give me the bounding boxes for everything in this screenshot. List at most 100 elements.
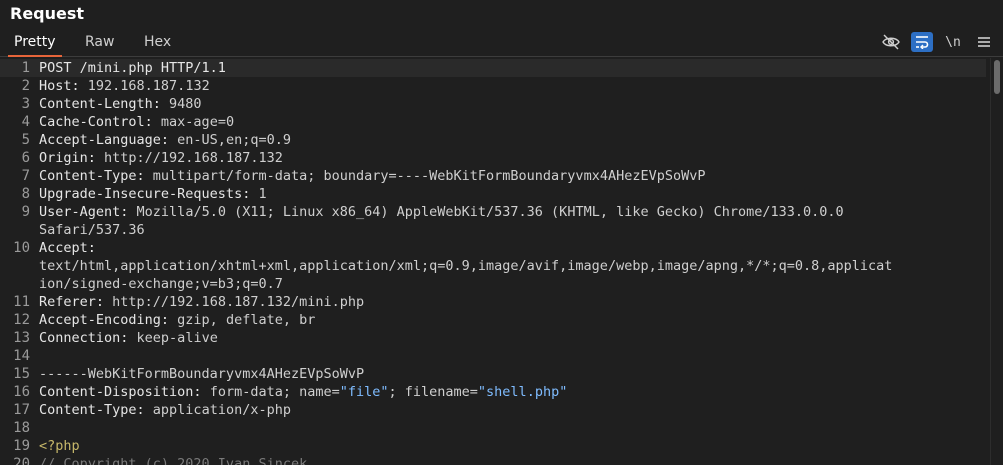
code-text: Content-Type: multipart/form-data; bound… [39,167,705,185]
line-number: 2 [21,78,30,94]
code-token: Upgrade-Insecure-Requests: [39,186,259,202]
code-line[interactable]: 9 User-Agent: Mozilla/5.0 (X11; Linux x86… [0,203,986,221]
code-line[interactable]: 7 Content-Type: multipart/form-data; boun… [0,167,986,185]
code-token: 192.168.187.132 [87,78,210,94]
code-line[interactable]: 10 Accept: [0,239,986,257]
code-text: Accept-Language: en-US,en;q=0.9 [39,131,291,149]
line-number: 1 [21,60,30,76]
code-line[interactable]: 19 <?php [0,437,986,455]
code-text: Cache-Control: max-age=0 [39,113,234,131]
line-number: 9 [21,204,30,220]
code-token: Origin: [39,150,105,166]
scrollbar-thumb[interactable] [994,60,1000,94]
code-token: POST /mini.php HTTP/1.1 [39,60,226,76]
request-panel: Request Pretty Raw Hex \n 1 POST /mini.ph… [0,0,1003,465]
panel-title: Request [10,4,85,23]
line-number: 15 [13,366,30,382]
code-line[interactable]: Safari/537.36 [0,221,986,239]
code-text: Accept: [39,239,96,257]
code-text: Origin: http://192.168.187.132 [39,149,283,167]
line-number: 8 [21,186,30,202]
code-token: "file" [339,384,389,400]
editor-toolbar: \n [871,30,995,54]
newline-toggle-button[interactable]: \n [942,32,964,52]
line-number: 4 [21,114,30,130]
tab-hex[interactable]: Hex [138,34,177,55]
tab-raw[interactable]: Raw [79,34,120,55]
code-text: User-Agent: Mozilla/5.0 (X11; Linux x86_… [39,203,844,221]
code-line[interactable]: ion/signed-exchange;v=b3;q=0.7 [0,275,986,293]
eye-off-icon[interactable] [880,32,902,52]
code-text: <?php [39,437,80,455]
code-token: gzip, deflate, br [177,312,316,328]
code-token: form-data; name= [209,384,340,400]
code-line[interactable]: 12 Accept-Encoding: gzip, deflate, br [0,311,986,329]
code-token: ion/signed-exchange;v=b3;q=0.7 [39,276,283,292]
code-text: Upgrade-Insecure-Requests: 1 [39,185,267,203]
hamburger-menu-icon[interactable] [973,32,995,52]
code-line[interactable]: 6 Origin: http://192.168.187.132 [0,149,986,167]
line-number: 17 [13,402,30,418]
code-line[interactable]: 8 Upgrade-Insecure-Requests: 1 [0,185,986,203]
code-token: http://192.168.187.132/mini.php [112,294,365,310]
code-token: Accept-Language: [39,132,178,148]
code-token: "shell.php" [477,384,568,400]
code-token: Safari/537.36 [39,222,145,238]
vertical-scrollbar[interactable] [990,58,1003,465]
code-token: en-US,en;q=0.9 [177,132,291,148]
code-line[interactable]: 1 POST /mini.php HTTP/1.1 [0,59,986,77]
code-token: 1 [258,186,267,202]
code-line[interactable]: 14 [0,347,986,365]
line-number: 11 [13,294,30,310]
code-token: Cache-Control: [39,114,161,130]
code-token: multipart/form-data; boundary=----WebKit… [152,168,706,184]
code-text: POST /mini.php HTTP/1.1 [39,59,226,77]
line-number: 18 [13,420,30,436]
code-token: ; filename= [388,384,478,400]
word-wrap-icon[interactable] [911,32,933,52]
code-token: Content-Type: [39,402,153,418]
code-line[interactable]: 18 [0,419,986,437]
line-number: 10 [13,240,30,256]
code-token: application/x-php [152,402,291,418]
code-line[interactable]: 11 Referer: http://192.168.187.132/mini.p… [0,293,986,311]
code-token: Content-Length: [39,96,170,112]
code-text: ion/signed-exchange;v=b3;q=0.7 [39,275,283,293]
code-text: Content-Disposition: form-data; name="fi… [39,383,567,401]
code-text: Host: 192.168.187.132 [39,77,210,95]
tab-pretty[interactable]: Pretty [8,34,62,57]
code-line[interactable]: 15 ------WebKitFormBoundaryvmx4AHezEVpSoW… [0,365,986,383]
code-token: Referer: [39,294,113,310]
line-number: 16 [13,384,30,400]
code-line[interactable]: 16 Content-Disposition: form-data; name="… [0,383,986,401]
code-text: Accept-Encoding: gzip, deflate, br [39,311,315,329]
code-text: Referer: http://192.168.187.132/mini.php [39,293,364,311]
code-text: // Copyright (c) 2020 Ivan Sincek [39,455,307,465]
view-tabs: Pretty Raw Hex [0,30,1003,57]
request-editor[interactable]: 1 POST /mini.php HTTP/1.1 2 Host: 192.168.1… [0,58,1003,465]
code-line[interactable]: 3 Content-Length: 9480 [0,95,986,113]
code-token: Accept: [39,240,96,256]
code-line[interactable]: 13 Connection: keep-alive [0,329,986,347]
code-text: Content-Type: application/x-php [39,401,291,419]
line-number: 14 [13,348,30,364]
code-line[interactable]: 17 Content-Type: application/x-php [0,401,986,419]
code-line[interactable]: 20 // Copyright (c) 2020 Ivan Sincek [0,455,986,465]
code-token: 9480 [169,96,202,112]
line-number: 19 [13,438,30,454]
code-token: Accept-Encoding: [39,312,178,328]
line-number: 20 [13,456,30,465]
code-token: Content-Disposition: [39,384,210,400]
code-line[interactable]: text/html,application/xhtml+xml,applicat… [0,257,986,275]
code-line[interactable]: 5 Accept-Language: en-US,en;q=0.9 [0,131,986,149]
code-token: max-age=0 [160,114,235,130]
code-text: text/html,application/xhtml+xml,applicat… [39,257,892,275]
code-token: ------WebKitFormBoundaryvmx4AHezEVpSoWvP [39,366,365,382]
code-text: Safari/537.36 [39,221,145,239]
line-number: 6 [21,150,30,166]
line-number: 7 [21,168,30,184]
code-line[interactable]: 4 Cache-Control: max-age=0 [0,113,986,131]
line-number: 5 [21,132,30,148]
line-number: 13 [13,330,30,346]
code-line[interactable]: 2 Host: 192.168.187.132 [0,77,986,95]
